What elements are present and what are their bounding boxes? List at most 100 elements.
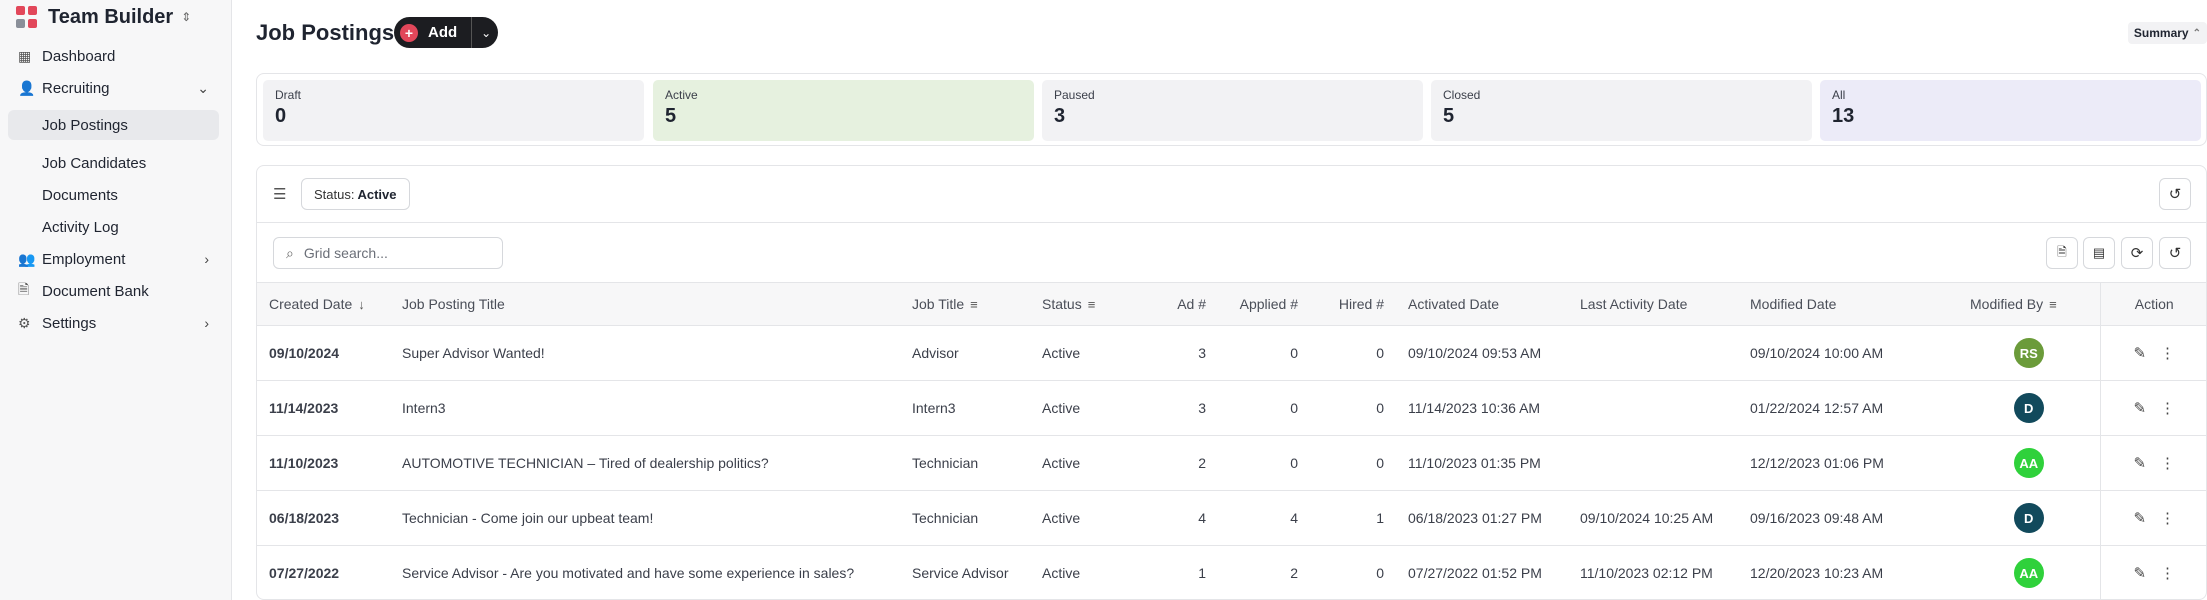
col-activated-date[interactable]: Activated Date xyxy=(1396,282,1568,326)
reset-grid-button[interactable]: ↺ xyxy=(2159,237,2191,269)
col-status[interactable]: Status ≡ xyxy=(1030,282,1138,326)
status-filter-chip[interactable]: Status: Active xyxy=(301,178,410,210)
cell-created-date: 11/14/2023 xyxy=(257,380,390,436)
sidebar-item-dashboard[interactable]: ▦ Dashboard xyxy=(8,41,219,71)
status-card-paused[interactable]: Paused 3 xyxy=(1042,80,1423,141)
column-label: Action xyxy=(2134,296,2174,312)
cell-hired-count: 1 xyxy=(1310,490,1396,546)
cell-job-posting-title: Service Advisor - Are you motivated and … xyxy=(390,545,900,599)
chevron-right-icon: › xyxy=(204,251,209,267)
col-modified-date[interactable]: Modified Date xyxy=(1738,282,1958,326)
col-job-title[interactable]: Job Title ≡ xyxy=(900,282,1030,326)
more-vertical-icon[interactable]: ⋮ xyxy=(2160,399,2175,417)
status-card-all[interactable]: All 13 xyxy=(1820,80,2201,141)
sidebar-item-documents[interactable]: Documents xyxy=(8,180,219,210)
filter-icon[interactable]: ☰ xyxy=(273,185,286,203)
cell-hired-count: 0 xyxy=(1310,545,1396,599)
sidebar-item-label: Documents xyxy=(42,186,118,204)
more-vertical-icon[interactable]: ⋮ xyxy=(2160,454,2175,472)
column-label: Job Posting Title xyxy=(402,296,505,312)
edit-pencil-icon[interactable]: ✎ xyxy=(2133,564,2146,582)
column-label: Modified Date xyxy=(1750,296,1837,312)
cell-created-date: 07/27/2022 xyxy=(257,545,390,599)
search-icon: ⌕ xyxy=(286,244,294,261)
column-label: Last Activity Date xyxy=(1580,296,1688,312)
edit-pencil-icon[interactable]: ✎ xyxy=(2133,344,2146,362)
cell-activated-date: 11/14/2023 10:36 AM xyxy=(1396,380,1568,436)
arrow-down-icon: ↓ xyxy=(358,297,365,312)
col-last-activity-date[interactable]: Last Activity Date xyxy=(1568,282,1738,326)
filter-icon[interactable]: ≡ xyxy=(1088,297,1096,312)
status-card-count: 13 xyxy=(1832,105,1855,127)
cell-job-posting-title: Super Advisor Wanted! xyxy=(390,325,900,381)
sidebar-item-label: Settings xyxy=(42,314,97,332)
status-card-label: Closed xyxy=(1443,88,1481,102)
cell-job-title: Advisor xyxy=(900,325,1030,381)
col-hired-count[interactable]: Hired # xyxy=(1310,282,1396,326)
col-ad-count[interactable]: Ad # xyxy=(1138,282,1218,326)
cell-last-activity-date xyxy=(1568,380,1738,436)
undo-icon: ↺ xyxy=(2168,245,2182,262)
col-modified-by[interactable]: Modified By ≡ xyxy=(1958,282,2100,326)
cell-modified-by: AA xyxy=(1958,435,2100,491)
col-applied-count[interactable]: Applied # xyxy=(1218,282,1310,326)
sidebar-item-job-candidates[interactable]: Job Candidates xyxy=(8,148,219,178)
team-builder-logo-icon xyxy=(16,6,38,28)
edit-pencil-icon[interactable]: ✎ xyxy=(2133,454,2146,472)
more-vertical-icon[interactable]: ⋮ xyxy=(2160,344,2175,362)
sidebar-item-employment[interactable]: 👥 Employment › xyxy=(8,244,219,274)
filter-icon[interactable]: ≡ xyxy=(970,297,978,312)
sidebar-item-job-postings[interactable]: Job Postings xyxy=(8,110,219,140)
sidebar-item-recruiting[interactable]: 👤 Recruiting ⌄ xyxy=(8,73,219,103)
cell-job-title: Intern3 xyxy=(900,380,1030,436)
sidebar-item-label: Job Candidates xyxy=(42,154,147,172)
table-row[interactable]: 09/10/2024 Super Advisor Wanted! Advisor Ac… xyxy=(257,325,2206,381)
column-label: Activated Date xyxy=(1408,296,1500,312)
refresh-icon: ⟳ xyxy=(2130,245,2144,262)
add-button[interactable]: + Add ⌄ xyxy=(394,17,498,48)
refresh-button[interactable]: ⟳ xyxy=(2121,237,2153,269)
summary-toggle[interactable]: Summary ⌃ xyxy=(2127,22,2207,44)
more-vertical-icon[interactable]: ⋮ xyxy=(2160,509,2175,527)
table-row[interactable]: 11/14/2023 Intern3 Intern3 Active 3 0 0 11/14/2… xyxy=(257,380,2206,436)
table-row[interactable]: 06/18/2023 Technician - Come join our upb… xyxy=(257,490,2206,546)
cell-status: Active xyxy=(1030,435,1138,491)
cell-modified-by: AA xyxy=(1958,545,2100,599)
cell-modified-date: 12/12/2023 01:06 PM xyxy=(1738,435,1958,491)
users-icon: 👥 xyxy=(18,250,36,267)
more-vertical-icon[interactable]: ⋮ xyxy=(2160,564,2175,582)
status-card-count: 5 xyxy=(1443,105,1455,127)
cell-last-activity-date xyxy=(1568,435,1738,491)
search-input[interactable] xyxy=(303,245,494,261)
status-card-active[interactable]: Active 5 xyxy=(653,80,1034,141)
column-label: Ad # xyxy=(1177,296,1206,312)
col-job-posting-title[interactable]: Job Posting Title xyxy=(390,282,900,326)
sidebar-item-document-bank[interactable]: 🗎 Document Bank xyxy=(8,276,219,306)
table-row[interactable]: 11/10/2023 AUTOMOTIVE TECHNICIAN – Tired … xyxy=(257,435,2206,491)
status-card-count: 3 xyxy=(1054,105,1066,127)
col-created-date[interactable]: Created Date ↓ xyxy=(257,282,390,326)
sidebar-item-settings[interactable]: ⚙ Settings › xyxy=(8,308,219,338)
workspace-switcher[interactable]: Team Builder ⇕ xyxy=(16,4,191,30)
sidebar-item-activity-log[interactable]: Activity Log xyxy=(8,212,219,242)
grid-search[interactable]: ⌕ xyxy=(273,237,503,269)
edit-pencil-icon[interactable]: ✎ xyxy=(2133,399,2146,417)
cell-applied-count: 0 xyxy=(1218,435,1310,491)
table-row[interactable]: 07/27/2022 Service Advisor - Are you moti… xyxy=(257,545,2206,599)
cell-modified-date: 09/16/2023 09:48 AM xyxy=(1738,490,1958,546)
cell-last-activity-date xyxy=(1568,325,1738,381)
avatar: AA xyxy=(2013,558,2044,588)
filter-chip-label: Status: xyxy=(314,186,355,202)
edit-pencil-icon[interactable]: ✎ xyxy=(2133,509,2146,527)
job-postings-grid: ☰ Status: Active ↺ ⌕ 🗎 ▤ ⟳ ↺ xyxy=(256,165,2207,600)
export-sheet-button[interactable]: ▤ xyxy=(2083,237,2115,269)
gear-icon: ⚙ xyxy=(18,314,31,331)
status-card-closed[interactable]: Closed 5 xyxy=(1431,80,1812,141)
filter-chip-value: Active xyxy=(357,186,397,202)
status-card-draft[interactable]: Draft 0 xyxy=(263,80,644,141)
cell-modified-date: 12/20/2023 10:23 AM xyxy=(1738,545,1958,599)
export-pdf-button[interactable]: 🗎 xyxy=(2046,237,2078,269)
reset-filters-button[interactable]: ↺ xyxy=(2159,178,2191,210)
chevron-down-icon[interactable]: ⌄ xyxy=(481,26,491,40)
filter-icon[interactable]: ≡ xyxy=(2049,297,2057,312)
